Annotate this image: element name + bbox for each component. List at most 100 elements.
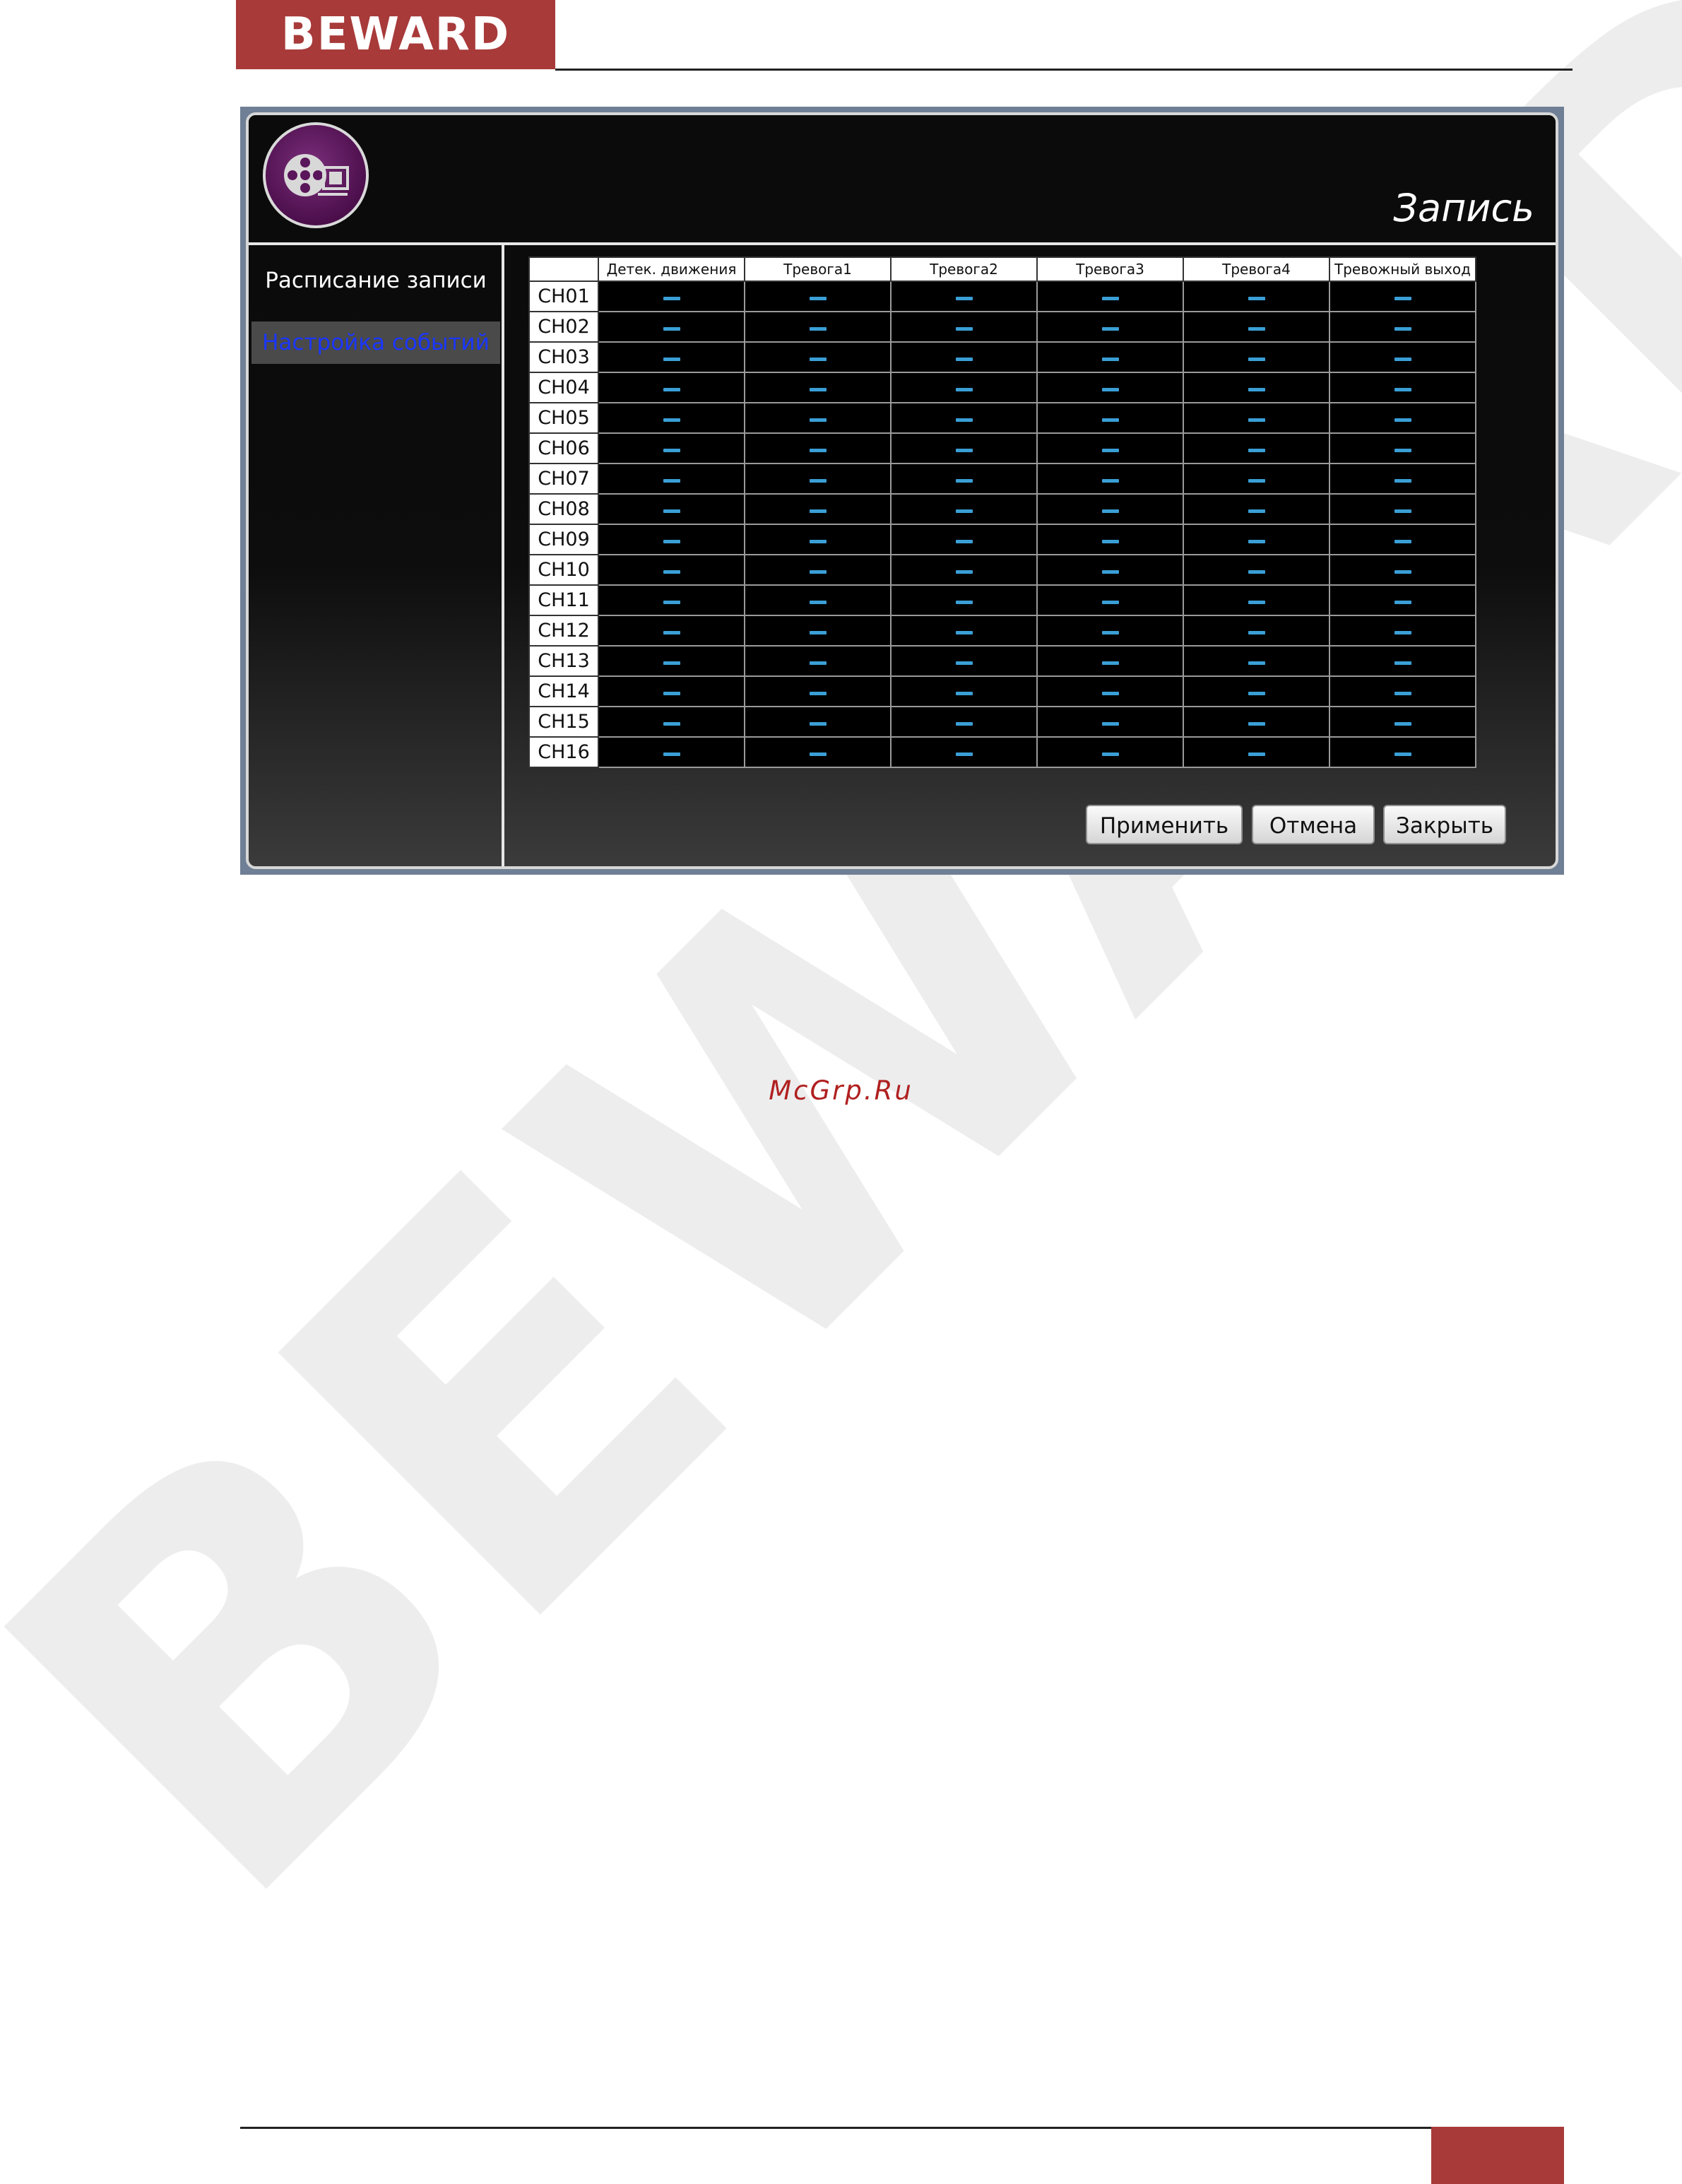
event-toggle[interactable] (1248, 358, 1265, 361)
event-cell[interactable] (744, 432, 892, 464)
event-cell[interactable] (1183, 493, 1330, 525)
event-toggle[interactable] (663, 570, 680, 574)
event-toggle[interactable] (955, 509, 973, 513)
event-toggle[interactable] (1394, 358, 1411, 361)
event-toggle[interactable] (1101, 297, 1119, 300)
event-cell[interactable] (1183, 372, 1330, 403)
event-toggle[interactable] (809, 570, 827, 574)
event-toggle[interactable] (1101, 418, 1119, 422)
event-cell[interactable] (1036, 645, 1184, 677)
event-toggle[interactable] (809, 661, 827, 665)
event-toggle[interactable] (955, 327, 973, 331)
event-cell[interactable] (1036, 493, 1184, 525)
event-toggle[interactable] (809, 752, 827, 756)
event-cell[interactable] (1036, 432, 1184, 464)
event-cell[interactable] (1329, 463, 1476, 495)
event-toggle[interactable] (955, 418, 973, 422)
apply-button[interactable]: Применить (1086, 805, 1243, 844)
event-cell[interactable] (744, 372, 892, 403)
event-toggle[interactable] (955, 631, 973, 634)
event-cell[interactable] (598, 524, 745, 555)
event-cell[interactable] (598, 645, 745, 677)
event-toggle[interactable] (809, 297, 827, 300)
event-cell[interactable] (890, 554, 1038, 586)
event-toggle[interactable] (1394, 327, 1411, 331)
event-toggle[interactable] (1394, 661, 1411, 665)
event-toggle[interactable] (1394, 601, 1411, 604)
event-toggle[interactable] (955, 722, 973, 726)
event-toggle[interactable] (1248, 692, 1265, 695)
sidebar-item-record-schedule[interactable]: Расписание записи (251, 259, 500, 302)
event-cell[interactable] (744, 463, 892, 495)
event-cell[interactable] (1036, 463, 1184, 495)
event-cell[interactable] (1183, 584, 1330, 616)
event-cell[interactable] (1329, 736, 1476, 768)
event-toggle[interactable] (1248, 722, 1265, 726)
event-toggle[interactable] (955, 540, 973, 543)
event-toggle[interactable] (1101, 509, 1119, 513)
event-cell[interactable] (1036, 675, 1184, 707)
event-toggle[interactable] (663, 358, 680, 361)
event-cell[interactable] (598, 311, 745, 343)
event-cell[interactable] (890, 706, 1038, 738)
event-cell[interactable] (890, 524, 1038, 555)
event-cell[interactable] (1329, 645, 1476, 677)
event-cell[interactable] (744, 584, 892, 616)
event-toggle[interactable] (663, 692, 680, 695)
event-toggle[interactable] (955, 449, 973, 452)
event-toggle[interactable] (1394, 631, 1411, 634)
event-toggle[interactable] (809, 601, 827, 604)
event-cell[interactable] (1329, 402, 1476, 434)
event-cell[interactable] (598, 615, 745, 647)
event-toggle[interactable] (809, 540, 827, 543)
event-cell[interactable] (1183, 402, 1330, 434)
event-cell[interactable] (1329, 615, 1476, 647)
event-toggle[interactable] (1248, 752, 1265, 756)
event-cell[interactable] (1036, 281, 1184, 312)
event-toggle[interactable] (1248, 631, 1265, 634)
event-cell[interactable] (598, 281, 745, 312)
event-toggle[interactable] (955, 297, 973, 300)
event-cell[interactable] (1183, 554, 1330, 586)
event-cell[interactable] (1329, 311, 1476, 343)
event-toggle[interactable] (1394, 479, 1411, 483)
event-toggle[interactable] (1101, 540, 1119, 543)
event-cell[interactable] (598, 584, 745, 616)
event-cell[interactable] (744, 281, 892, 312)
event-toggle[interactable] (1101, 692, 1119, 695)
event-cell[interactable] (890, 281, 1038, 312)
event-toggle[interactable] (663, 509, 680, 513)
event-cell[interactable] (890, 463, 1038, 495)
event-toggle[interactable] (1394, 509, 1411, 513)
sidebar-item-event-settings[interactable]: Настройка событий (251, 321, 500, 364)
event-toggle[interactable] (1248, 509, 1265, 513)
event-cell[interactable] (1183, 341, 1330, 373)
event-toggle[interactable] (663, 722, 680, 726)
event-cell[interactable] (1036, 706, 1184, 738)
event-cell[interactable] (1183, 615, 1330, 647)
event-toggle[interactable] (1101, 601, 1119, 604)
event-toggle[interactable] (1394, 752, 1411, 756)
event-toggle[interactable] (809, 631, 827, 634)
event-cell[interactable] (890, 584, 1038, 616)
event-cell[interactable] (1329, 281, 1476, 312)
event-toggle[interactable] (663, 479, 680, 483)
event-toggle[interactable] (809, 418, 827, 422)
event-toggle[interactable] (955, 358, 973, 361)
event-cell[interactable] (890, 615, 1038, 647)
event-cell[interactable] (1183, 736, 1330, 768)
event-toggle[interactable] (1248, 570, 1265, 574)
event-toggle[interactable] (663, 601, 680, 604)
event-toggle[interactable] (1101, 752, 1119, 756)
event-toggle[interactable] (1248, 540, 1265, 543)
event-cell[interactable] (744, 311, 892, 343)
event-cell[interactable] (598, 432, 745, 464)
event-cell[interactable] (1183, 281, 1330, 312)
event-cell[interactable] (598, 341, 745, 373)
event-toggle[interactable] (1248, 388, 1265, 391)
event-toggle[interactable] (1248, 418, 1265, 422)
cancel-button[interactable]: Отмена (1252, 805, 1375, 844)
event-cell[interactable] (598, 554, 745, 586)
event-cell[interactable] (1329, 675, 1476, 707)
event-cell[interactable] (744, 554, 892, 586)
